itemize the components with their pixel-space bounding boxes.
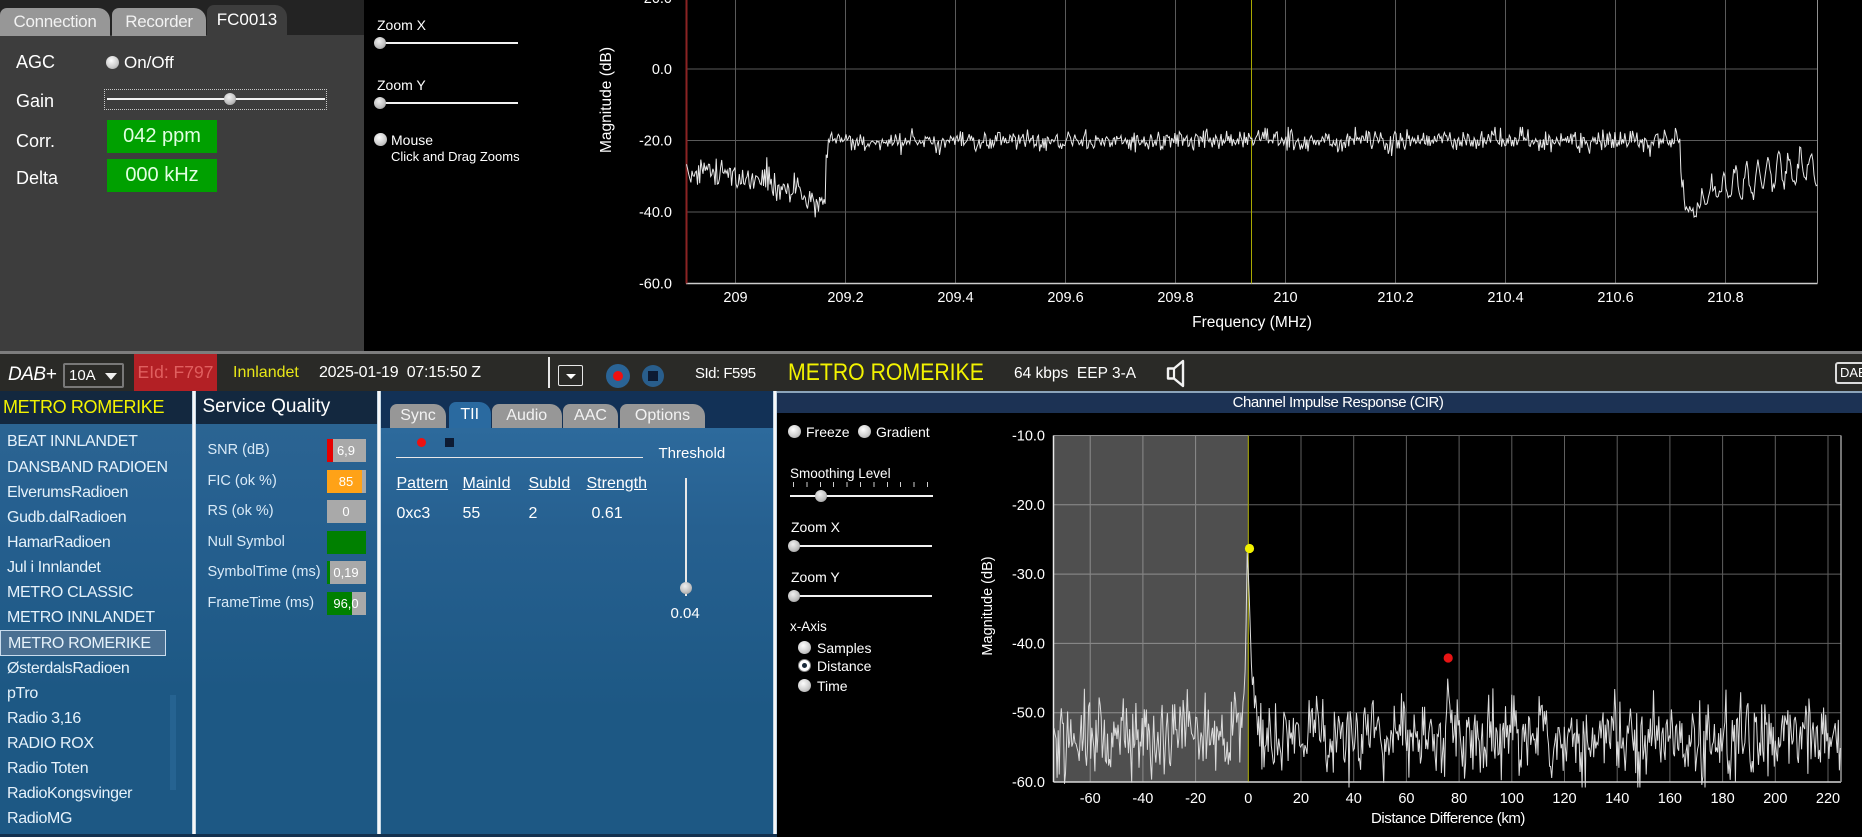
- svg-text:210.6: 210.6: [1597, 290, 1633, 306]
- svg-text:Magnitude (dB): Magnitude (dB): [980, 556, 996, 655]
- svg-text:-60.0: -60.0: [1012, 775, 1045, 791]
- svg-text:Distance Difference (km): Distance Difference (km): [1371, 810, 1525, 827]
- svg-text:120: 120: [1552, 791, 1576, 807]
- svg-text:0: 0: [1244, 791, 1252, 807]
- svg-text:-50.0: -50.0: [1012, 706, 1045, 722]
- svg-text:-60: -60: [1080, 791, 1101, 807]
- svg-text:80: 80: [1451, 791, 1467, 807]
- svg-text:-40: -40: [1132, 791, 1153, 807]
- svg-text:-10.0: -10.0: [1012, 429, 1045, 445]
- svg-text:209.6: 209.6: [1047, 290, 1083, 306]
- svg-text:210.8: 210.8: [1707, 290, 1743, 306]
- svg-text:180: 180: [1710, 791, 1734, 807]
- svg-text:100: 100: [1500, 791, 1524, 807]
- svg-text:-30.0: -30.0: [1012, 567, 1045, 583]
- svg-text:60: 60: [1398, 791, 1414, 807]
- svg-text:-20.0: -20.0: [1012, 498, 1045, 514]
- svg-text:40: 40: [1346, 791, 1362, 807]
- svg-text:210.4: 210.4: [1487, 290, 1523, 306]
- svg-text:20: 20: [1293, 791, 1309, 807]
- svg-text:Magnitude (dB): Magnitude (dB): [598, 47, 615, 153]
- svg-text:209.4: 209.4: [937, 290, 973, 306]
- svg-text:210: 210: [1273, 290, 1297, 306]
- svg-text:20.0: 20.0: [644, 0, 672, 7]
- svg-text:Frequency (MHz): Frequency (MHz): [1192, 314, 1312, 331]
- svg-text:-40.0: -40.0: [1012, 636, 1045, 652]
- svg-text:0.0: 0.0: [652, 62, 672, 78]
- svg-text:-60.0: -60.0: [639, 277, 672, 293]
- svg-text:210.2: 210.2: [1377, 290, 1413, 306]
- svg-text:-40.0: -40.0: [639, 205, 672, 221]
- svg-text:220: 220: [1816, 791, 1840, 807]
- svg-text:209.2: 209.2: [827, 290, 863, 306]
- svg-text:160: 160: [1658, 791, 1682, 807]
- svg-text:140: 140: [1605, 791, 1629, 807]
- svg-text:209: 209: [723, 290, 747, 306]
- svg-text:-20: -20: [1185, 791, 1206, 807]
- svg-text:200: 200: [1763, 791, 1787, 807]
- svg-text:-20.0: -20.0: [639, 134, 672, 150]
- svg-text:209.8: 209.8: [1157, 290, 1193, 306]
